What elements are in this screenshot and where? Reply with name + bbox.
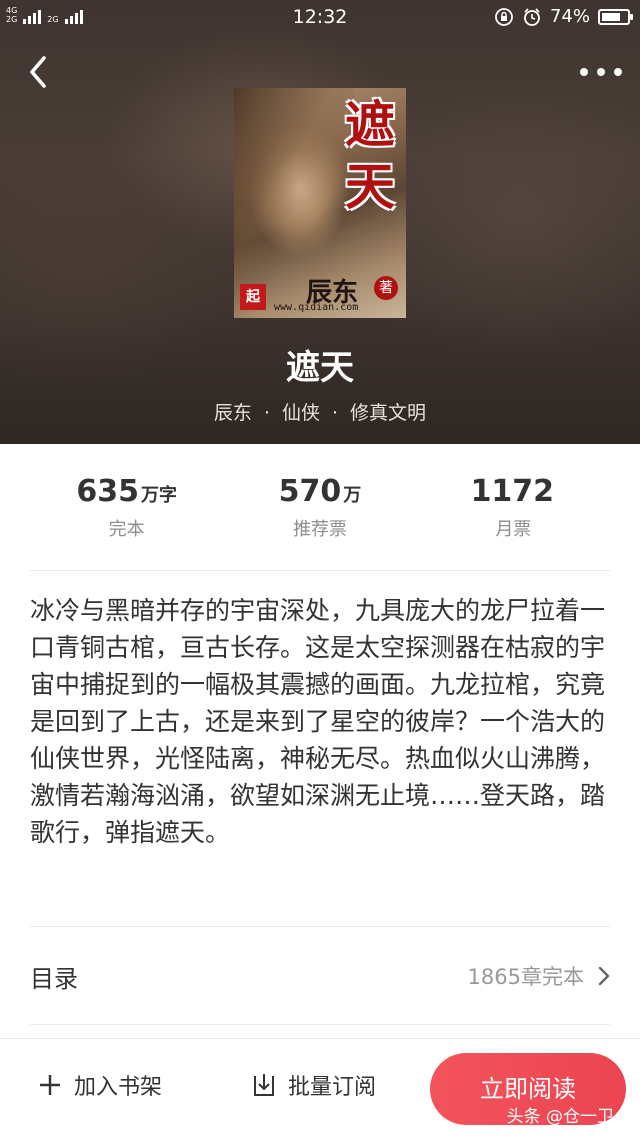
more-dot-icon: [597, 68, 605, 76]
battery-icon: [598, 8, 633, 25]
watermark: 头条 @仓一卫: [506, 1107, 614, 1127]
rotation-lock-icon: [495, 7, 513, 26]
cover-title-char: 天: [345, 157, 395, 216]
cover-author-badge: 著: [374, 276, 398, 300]
add-to-shelf-label: 加入书架: [74, 1075, 163, 1100]
divider: [30, 570, 610, 571]
book-description[interactable]: 冰冷与黑暗并存的宇宙深处，九具庞大的龙尸拉着一口青铜古棺，亘古长存。这是太空探测…: [30, 592, 612, 851]
stat-unit: 万字: [140, 485, 177, 506]
book-stats: 635 万字 完本 570 万 推荐票 1172 月票: [30, 474, 610, 554]
more-options-button[interactable]: [580, 60, 622, 84]
status-bar: 4G 2G 2G 12:32 74%: [0, 0, 640, 34]
toc-info-group: 1865章完本: [468, 961, 610, 991]
batch-subscribe-button[interactable]: 批量订阅: [252, 1069, 376, 1101]
download-icon: [254, 1074, 274, 1096]
meta-separator: ·: [332, 402, 339, 424]
chevron-right-icon: [598, 966, 610, 986]
meta-separator: ·: [263, 402, 270, 424]
stat-value: 635: [76, 474, 139, 509]
book-title: 遮天: [286, 348, 354, 388]
stat-label: 推荐票: [292, 519, 347, 540]
stat-recommend-votes: 570 万 推荐票: [225, 474, 415, 554]
more-dot-icon: [614, 68, 622, 76]
divider: [30, 1024, 610, 1025]
stat-value: 1172: [470, 474, 555, 509]
chevron-left-icon: [30, 56, 46, 88]
qidian-logo: 起: [240, 284, 266, 310]
cover-title-char: 遮: [345, 95, 395, 154]
stat-label: 完本: [108, 519, 145, 540]
battery-percent: 74%: [549, 6, 590, 27]
stat-monthly-votes: 1172 月票: [418, 474, 608, 554]
stat-value: 570: [278, 474, 342, 509]
book-author[interactable]: 辰东: [214, 402, 252, 424]
stat-unit: 万: [343, 485, 362, 506]
cover-url: www.qidian.com: [274, 302, 359, 313]
cover-title: 遮 天: [340, 94, 400, 218]
add-to-shelf-button[interactable]: 加入书架: [38, 1069, 162, 1101]
toc-label: 目录: [30, 964, 78, 993]
table-of-contents-row[interactable]: 目录 1865章完本: [30, 940, 610, 1012]
stat-word-count: 635 万字 完本: [32, 474, 222, 554]
plus-icon: [40, 1075, 60, 1095]
book-meta: 辰东 · 仙侠 · 修真文明: [0, 398, 640, 425]
alarm-icon: [524, 7, 540, 26]
stat-label: 月票: [495, 519, 532, 540]
book-genre[interactable]: 仙侠: [282, 402, 320, 424]
book-cover[interactable]: 遮 天 辰东 著 起 www.qidian.com: [234, 88, 406, 318]
divider: [30, 926, 610, 927]
book-header: 4G 2G 2G 12:32 74% 遮 天 辰东 著 起 www.qidian…: [0, 0, 640, 444]
batch-subscribe-label: 批量订阅: [288, 1075, 377, 1100]
more-dot-icon: [580, 68, 588, 76]
toc-chapter-info: 1865章完本: [467, 965, 584, 989]
battery-level: [602, 12, 620, 21]
status-icons: 74%: [494, 6, 633, 27]
back-button[interactable]: [22, 52, 58, 92]
book-subgenre[interactable]: 修真文明: [350, 402, 426, 424]
